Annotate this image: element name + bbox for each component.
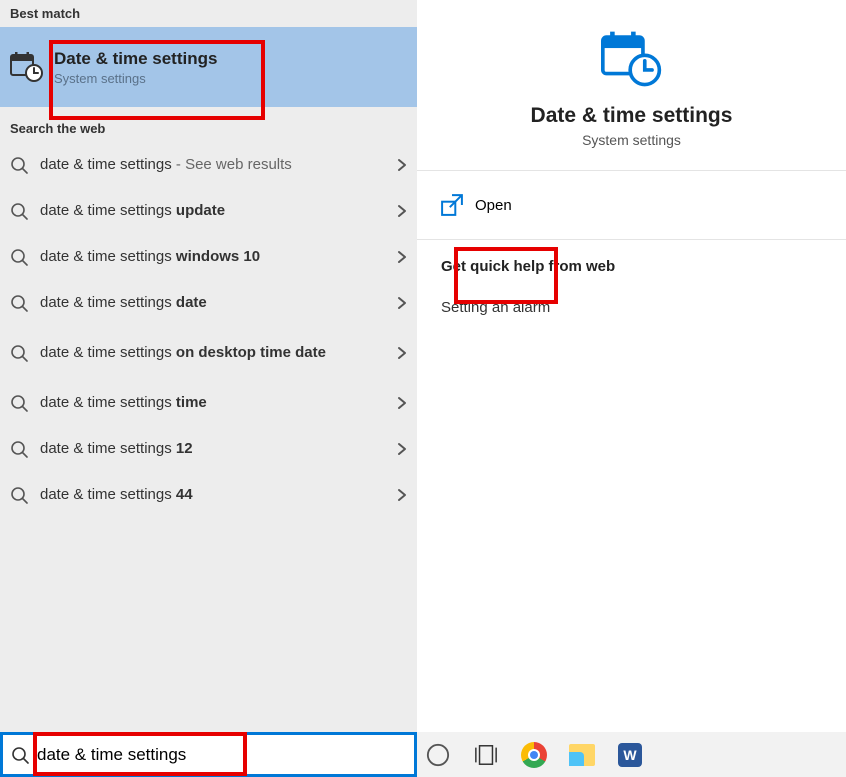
cortana-button[interactable] xyxy=(423,740,453,770)
open-label: Open xyxy=(475,197,512,214)
suggestion-label: date & time settings windows 10 xyxy=(40,248,387,266)
best-match-heading: Best match xyxy=(0,0,417,27)
search-icon xyxy=(10,248,28,266)
date-time-icon xyxy=(10,50,44,84)
chevron-right-icon xyxy=(395,250,409,264)
web-suggestion[interactable]: date & time settings date xyxy=(0,280,417,326)
preview-subtitle: System settings xyxy=(427,132,836,148)
web-suggestion[interactable]: date & time settings on desktop time dat… xyxy=(0,326,417,380)
suggestion-label: date & time settings date xyxy=(40,294,387,312)
suggestion-label: date & time settings 12 xyxy=(40,440,387,458)
suggestion-label: date & time settings 44 xyxy=(40,486,387,504)
suggestion-label: date & time settings update xyxy=(40,202,387,220)
word-icon: W xyxy=(618,743,642,767)
chevron-right-icon xyxy=(395,488,409,502)
open-action[interactable]: Open xyxy=(417,171,846,239)
suggestion-label: date & time settings time xyxy=(40,394,387,412)
cortana-icon xyxy=(426,743,450,767)
annotation-bestmatch xyxy=(49,40,265,120)
web-suggestion[interactable]: date & time settings 12 xyxy=(0,426,417,472)
search-icon xyxy=(10,344,28,362)
search-icon xyxy=(10,486,28,504)
annotation-open xyxy=(454,247,558,304)
search-icon xyxy=(10,294,28,312)
open-icon xyxy=(441,194,463,216)
web-suggestion[interactable]: date & time settings update xyxy=(0,188,417,234)
folder-icon xyxy=(569,744,595,766)
word-button[interactable]: W xyxy=(615,740,645,770)
annotation-search xyxy=(33,732,247,776)
chevron-right-icon xyxy=(395,296,409,310)
search-icon xyxy=(10,156,28,174)
suggestion-label: date & time settings - See web results xyxy=(40,156,387,174)
preview-header: Date & time settings System settings xyxy=(417,0,846,170)
search-icon xyxy=(11,746,29,764)
search-icon xyxy=(10,202,28,220)
chevron-right-icon xyxy=(395,396,409,410)
suggestion-label: date & time settings on desktop time dat… xyxy=(40,344,387,362)
explorer-button[interactable] xyxy=(567,740,597,770)
search-icon xyxy=(10,440,28,458)
preview-pane: Date & time settings System settings Ope… xyxy=(417,0,846,732)
chrome-button[interactable] xyxy=(519,740,549,770)
chevron-right-icon xyxy=(395,204,409,218)
chrome-icon xyxy=(521,742,547,768)
chevron-right-icon xyxy=(395,346,409,360)
search-icon xyxy=(10,394,28,412)
chevron-right-icon xyxy=(395,158,409,172)
chevron-right-icon xyxy=(395,442,409,456)
web-suggestion[interactable]: date & time settings - See web results xyxy=(0,142,417,188)
task-view-button[interactable] xyxy=(471,740,501,770)
web-suggestion[interactable]: date & time settings 44 xyxy=(0,472,417,518)
suggestion-list: date & time settings - See web results da… xyxy=(0,142,417,518)
search-box[interactable] xyxy=(0,732,417,777)
task-view-icon xyxy=(474,743,498,767)
taskbar: W xyxy=(0,732,846,777)
preview-title: Date & time settings xyxy=(427,104,836,128)
web-suggestion[interactable]: date & time settings time xyxy=(0,380,417,426)
web-suggestion[interactable]: date & time settings windows 10 xyxy=(0,234,417,280)
taskbar-tray: W xyxy=(417,732,846,777)
date-time-large-icon xyxy=(601,28,663,90)
